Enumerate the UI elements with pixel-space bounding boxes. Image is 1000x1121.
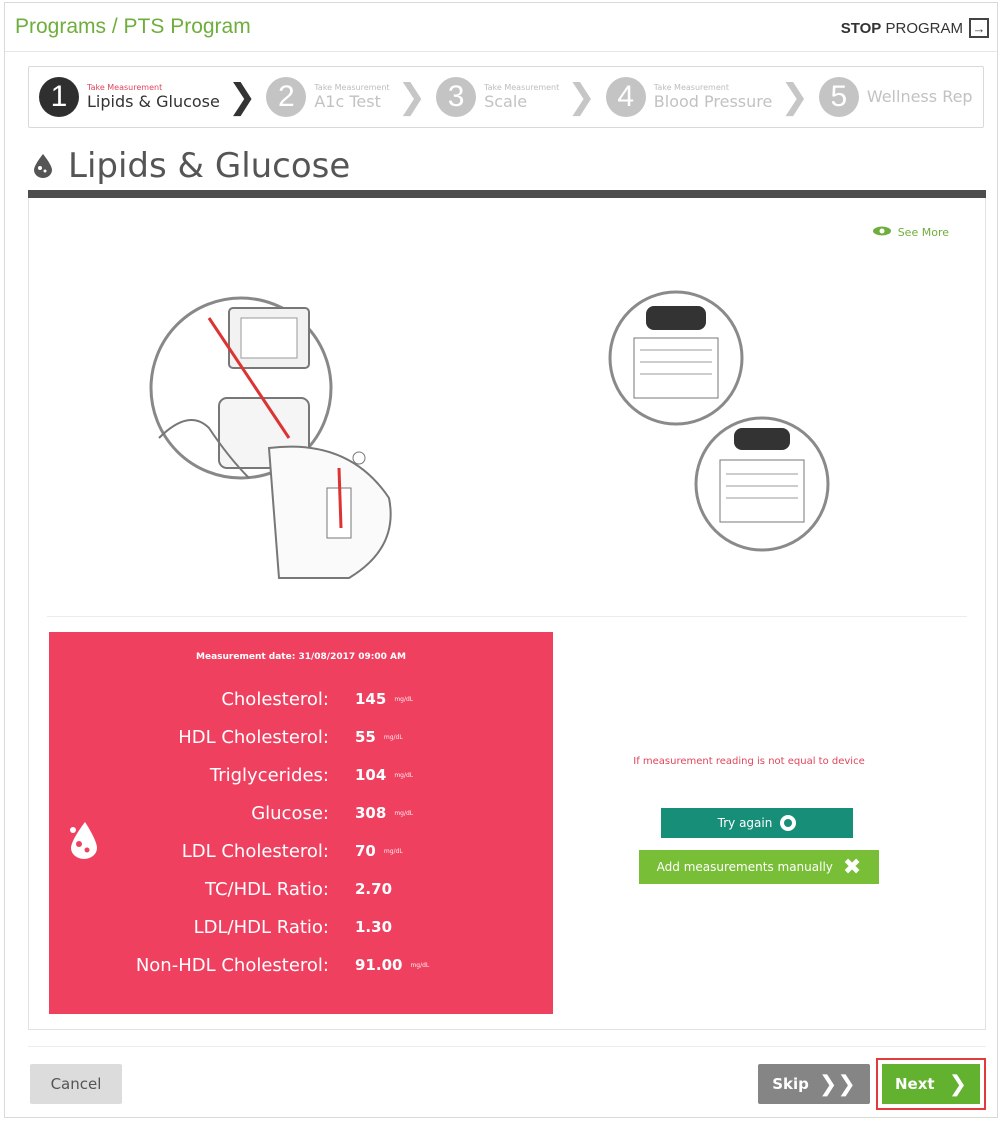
result-value: 70 (355, 842, 376, 860)
result-label: Non-HDL Cholesterol: (135, 954, 329, 976)
results-list: Cholesterol: 145 mg/dL HDL Cholesterol: 55 m… (49, 680, 553, 984)
result-unit: mg/dL (394, 809, 414, 817)
measurement-date: Measurement date: 31/08/2017 09:00 AM (196, 652, 406, 662)
step-wizard: 1 Take Measurement Lipids & Glucose ❯ 2 T… (28, 66, 984, 128)
step-label: Blood Pressure (653, 91, 773, 111)
result-unit: mg/dL (410, 961, 430, 969)
result-row: Triglycerides: 104 mg/dL (49, 756, 553, 794)
stop-label-strong: STOP (840, 19, 882, 37)
page-header: Lipids & Glucose (32, 146, 350, 186)
step-label: Scale (484, 91, 528, 111)
see-more-link[interactable]: See More (872, 226, 949, 239)
chevron-right-icon: ❯ (948, 1071, 967, 1097)
results-card: Measurement date: 31/08/2017 09:00 AM Ch… (49, 632, 553, 1014)
step-label: Wellness Rep (866, 87, 973, 107)
result-row: LDL Cholesterol: 70 mg/dL (49, 832, 553, 870)
content-divider (47, 616, 967, 617)
step-2[interactable]: 2 Take Measurement A1c Test ❯ (256, 67, 426, 127)
chevron-right-icon: ❯ (397, 77, 427, 117)
mismatch-note: If measurement reading is not equal to d… (633, 756, 865, 767)
exit-icon: → (969, 18, 989, 38)
refresh-icon (780, 815, 797, 831)
result-unit: mg/dL (383, 847, 403, 855)
close-icon: ✖ (842, 854, 862, 880)
result-label: Glucose: (251, 802, 329, 824)
stop-program-button[interactable]: STOP PROGRAM → (841, 18, 989, 38)
next-button-highlight: Next ❯ (876, 1058, 986, 1110)
skip-label: Skip (772, 1075, 809, 1093)
chevron-right-icon: ❯ (780, 77, 809, 117)
add-manually-label: Add measurements manually (656, 860, 833, 874)
measurement-panel: See More Measurement date: 31/08/2017 09… (28, 198, 986, 1030)
step-number: 4 (605, 77, 646, 117)
result-value: 145 (355, 690, 387, 708)
step-number: 5 (818, 77, 859, 117)
result-value: 1.30 (355, 918, 393, 936)
step-3[interactable]: 3 Take Measurement Scale ❯ (426, 67, 596, 127)
skip-button[interactable]: Skip ❯❯ (758, 1064, 870, 1104)
step-5[interactable]: 5 Wellness Rep (809, 67, 973, 127)
action-panel: If measurement reading is not equal to d… (629, 754, 889, 884)
result-label: LDL/HDL Ratio: (193, 916, 329, 938)
eye-icon (872, 226, 892, 239)
drop-icon (32, 153, 54, 179)
result-label: LDL Cholesterol: (181, 840, 329, 862)
result-row: Glucose: 308 mg/dL (49, 794, 553, 832)
footer-divider (28, 1046, 986, 1047)
result-label: Cholesterol: (221, 688, 329, 710)
result-row: Cholesterol: 145 mg/dL (49, 680, 553, 718)
double-chevron-right-icon: ❯❯ (818, 1071, 856, 1097)
result-unit: mg/dL (394, 695, 414, 703)
result-row: LDL/HDL Ratio: 1.30 (49, 908, 553, 946)
result-value: 2.70 (355, 880, 393, 898)
step-number: 1 (39, 77, 79, 117)
stop-label-rest: PROGRAM (885, 19, 963, 37)
next-button[interactable]: Next ❯ (882, 1064, 980, 1104)
result-label: HDL Cholesterol: (178, 726, 329, 748)
result-value: 55 (355, 728, 376, 746)
result-value: 104 (355, 766, 387, 784)
device-result-illustration (594, 288, 834, 582)
chevron-right-icon: ❯ (567, 77, 596, 117)
device-insert-illustration (149, 288, 429, 592)
result-label: TC/HDL Ratio: (205, 878, 329, 900)
result-value: 91.00 (355, 956, 403, 974)
title-divider (28, 190, 986, 198)
cancel-button[interactable]: Cancel (30, 1064, 122, 1104)
result-row: TC/HDL Ratio: 2.70 (49, 870, 553, 908)
chevron-right-icon: ❯ (227, 77, 257, 117)
result-row: HDL Cholesterol: 55 mg/dL (49, 718, 553, 756)
breadcrumb[interactable]: Programs / PTS Program (15, 15, 251, 39)
result-unit: mg/dL (383, 733, 403, 741)
next-label: Next (894, 1075, 935, 1093)
add-manually-button[interactable]: Add measurements manually ✖ (639, 850, 879, 884)
see-more-label: See More (897, 226, 949, 239)
result-label: Triglycerides: (209, 764, 329, 786)
page-title: Lipids & Glucose (68, 146, 351, 186)
step-4[interactable]: 4 Take Measurement Blood Pressure ❯ (596, 67, 809, 127)
step-label: Lipids & Glucose (87, 91, 220, 111)
top-bar: Programs / PTS Program STOP PROGRAM → (5, 3, 997, 52)
result-row: Non-HDL Cholesterol: 91.00 mg/dL (49, 946, 553, 984)
step-number: 2 (266, 77, 307, 117)
result-value: 308 (355, 804, 387, 822)
try-again-button[interactable]: Try again (661, 808, 853, 838)
step-label: A1c Test (314, 91, 381, 111)
try-again-label: Try again (717, 816, 773, 830)
step-number: 3 (436, 77, 477, 117)
step-1[interactable]: 1 Take Measurement Lipids & Glucose ❯ (29, 67, 256, 127)
result-unit: mg/dL (394, 771, 414, 779)
